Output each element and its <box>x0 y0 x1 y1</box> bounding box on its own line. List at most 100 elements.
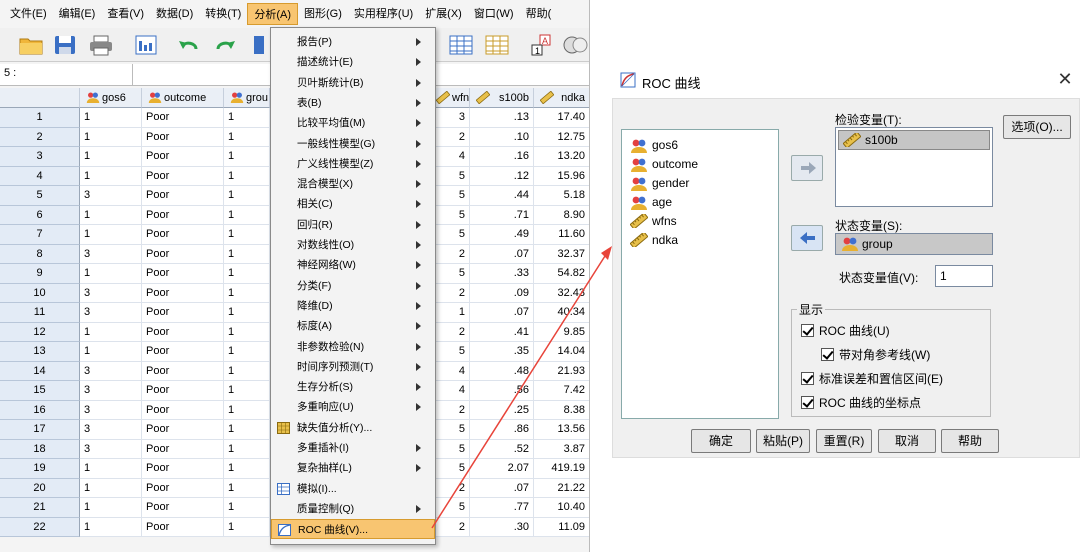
table-cell[interactable]: 1 <box>224 342 270 362</box>
table-cell[interactable]: 2 <box>430 517 470 537</box>
table-cell[interactable]: 4 <box>430 361 470 381</box>
table-cell[interactable]: .09 <box>470 283 534 303</box>
table-cell[interactable]: 1 <box>224 186 270 206</box>
undo-icon[interactable] <box>176 33 202 57</box>
table-cell[interactable]: .56 <box>470 381 534 401</box>
table-cell[interactable]: 1 <box>80 108 142 128</box>
row-number[interactable]: 9 <box>0 264 80 284</box>
analyze-menu-item[interactable]: 一般线性模型(G) <box>271 134 435 154</box>
table-cell[interactable]: 5 <box>430 342 470 362</box>
table-cell[interactable]: 14.04 <box>534 342 589 362</box>
options-button[interactable]: 选项(O)... <box>1003 115 1071 139</box>
move-to-state-variable-button[interactable] <box>791 225 823 251</box>
table-cell[interactable]: 1 <box>224 108 270 128</box>
save-icon[interactable] <box>52 33 78 57</box>
table-cell[interactable]: Poor <box>142 205 224 225</box>
analyze-menu-item[interactable]: 广义线性模型(Z) <box>271 154 435 174</box>
analyze-menu-item[interactable]: 复杂抽样(L) <box>271 458 435 478</box>
table-cell[interactable]: .07 <box>470 303 534 323</box>
table-cell[interactable]: 1 <box>80 205 142 225</box>
table-cell[interactable]: 5 <box>430 420 470 440</box>
table-cell[interactable]: 3 <box>80 400 142 420</box>
use-sets-icon[interactable] <box>562 33 588 57</box>
table-cell[interactable]: 1 <box>224 400 270 420</box>
row-number[interactable]: 8 <box>0 244 80 264</box>
table-cell[interactable]: .12 <box>470 166 534 186</box>
table-cell[interactable]: 1 <box>80 127 142 147</box>
table-cell[interactable]: Poor <box>142 498 224 518</box>
row-number[interactable]: 17 <box>0 420 80 440</box>
table-cell[interactable]: Poor <box>142 381 224 401</box>
table-cell[interactable]: 12.75 <box>534 127 589 147</box>
test-variable-item[interactable]: s100b <box>838 130 990 150</box>
grid-corner[interactable] <box>0 88 80 108</box>
value-labels-icon[interactable]: A1 <box>528 33 554 57</box>
table-cell[interactable]: 10.40 <box>534 498 589 518</box>
table-cell[interactable]: 3 <box>80 420 142 440</box>
state-value-input[interactable]: 1 <box>935 265 993 287</box>
cancel-button[interactable]: 取消 <box>878 429 936 453</box>
table-cell[interactable]: 1 <box>80 459 142 479</box>
table-cell[interactable]: 5 <box>430 225 470 245</box>
move-to-test-variable-button[interactable] <box>791 155 823 181</box>
table-cell[interactable]: 1 <box>80 166 142 186</box>
table-cell[interactable]: Poor <box>142 283 224 303</box>
table-cell[interactable]: Poor <box>142 517 224 537</box>
table-cell[interactable]: Poor <box>142 147 224 167</box>
table-cell[interactable]: Poor <box>142 186 224 206</box>
recall-dialog-icon[interactable] <box>134 33 160 57</box>
table-cell[interactable]: 5 <box>430 186 470 206</box>
table-cell[interactable]: 1 <box>80 478 142 498</box>
analyze-menu-item[interactable]: 降维(D) <box>271 296 435 316</box>
table-cell[interactable]: 17.40 <box>534 108 589 128</box>
analyze-menu-item[interactable]: 回归(R) <box>271 215 435 235</box>
reset-button[interactable]: 重置(R) <box>816 429 872 453</box>
table-cell[interactable]: 1 <box>224 303 270 323</box>
table-cell[interactable]: 3 <box>80 381 142 401</box>
row-number[interactable]: 11 <box>0 303 80 323</box>
table-cell[interactable]: 5 <box>430 498 470 518</box>
goto-case-icon[interactable] <box>252 33 266 57</box>
table-cell[interactable]: .77 <box>470 498 534 518</box>
table-cell[interactable]: 5 <box>430 264 470 284</box>
split-file-icon[interactable] <box>484 33 510 57</box>
table-cell[interactable]: 32.37 <box>534 244 589 264</box>
table-cell[interactable]: Poor <box>142 264 224 284</box>
table-cell[interactable]: 13.56 <box>534 420 589 440</box>
analyze-menu-item[interactable]: 表(B) <box>271 93 435 113</box>
table-cell[interactable]: 4 <box>430 381 470 401</box>
analyze-menu-item[interactable]: 分类(F) <box>271 276 435 296</box>
table-cell[interactable]: 3 <box>80 244 142 264</box>
analyze-menu-item[interactable]: 时间序列预测(T) <box>271 357 435 377</box>
table-cell[interactable]: 1 <box>224 205 270 225</box>
row-number[interactable]: 4 <box>0 166 80 186</box>
menu-view[interactable]: 查看(V) <box>101 3 150 25</box>
analyze-menu-item[interactable]: ROC 曲线(V)... <box>271 519 435 540</box>
table-cell[interactable]: 5.18 <box>534 186 589 206</box>
coordinate-points-checkbox[interactable]: ROC 曲线的坐标点 <box>801 395 921 411</box>
table-cell[interactable]: 1 <box>224 127 270 147</box>
table-cell[interactable]: 1 <box>224 225 270 245</box>
table-cell[interactable]: 2 <box>430 322 470 342</box>
analyze-menu-item[interactable]: 标度(A) <box>271 316 435 336</box>
table-cell[interactable]: .07 <box>470 478 534 498</box>
table-cell[interactable]: 1 <box>80 264 142 284</box>
table-cell[interactable]: 1 <box>224 478 270 498</box>
table-cell[interactable]: 11.60 <box>534 225 589 245</box>
table-cell[interactable]: 1 <box>80 322 142 342</box>
table-cell[interactable]: 11.09 <box>534 517 589 537</box>
table-cell[interactable]: .07 <box>470 244 534 264</box>
row-number[interactable]: 15 <box>0 381 80 401</box>
redo-icon[interactable] <box>212 33 238 57</box>
analyze-menu-item[interactable]: 质量控制(Q) <box>271 499 435 519</box>
table-cell[interactable]: 5 <box>430 439 470 459</box>
table-cell[interactable]: 2 <box>430 478 470 498</box>
table-cell[interactable]: 21.22 <box>534 478 589 498</box>
table-cell[interactable]: Poor <box>142 478 224 498</box>
column-header-gos6[interactable]: gos6 <box>80 88 142 108</box>
table-cell[interactable]: Poor <box>142 303 224 323</box>
menu-utilities[interactable]: 实用程序(U) <box>348 3 419 25</box>
table-cell[interactable]: .71 <box>470 205 534 225</box>
analyze-menu-item[interactable]: 缺失值分析(Y)... <box>271 418 435 438</box>
table-cell[interactable]: 2 <box>430 244 470 264</box>
